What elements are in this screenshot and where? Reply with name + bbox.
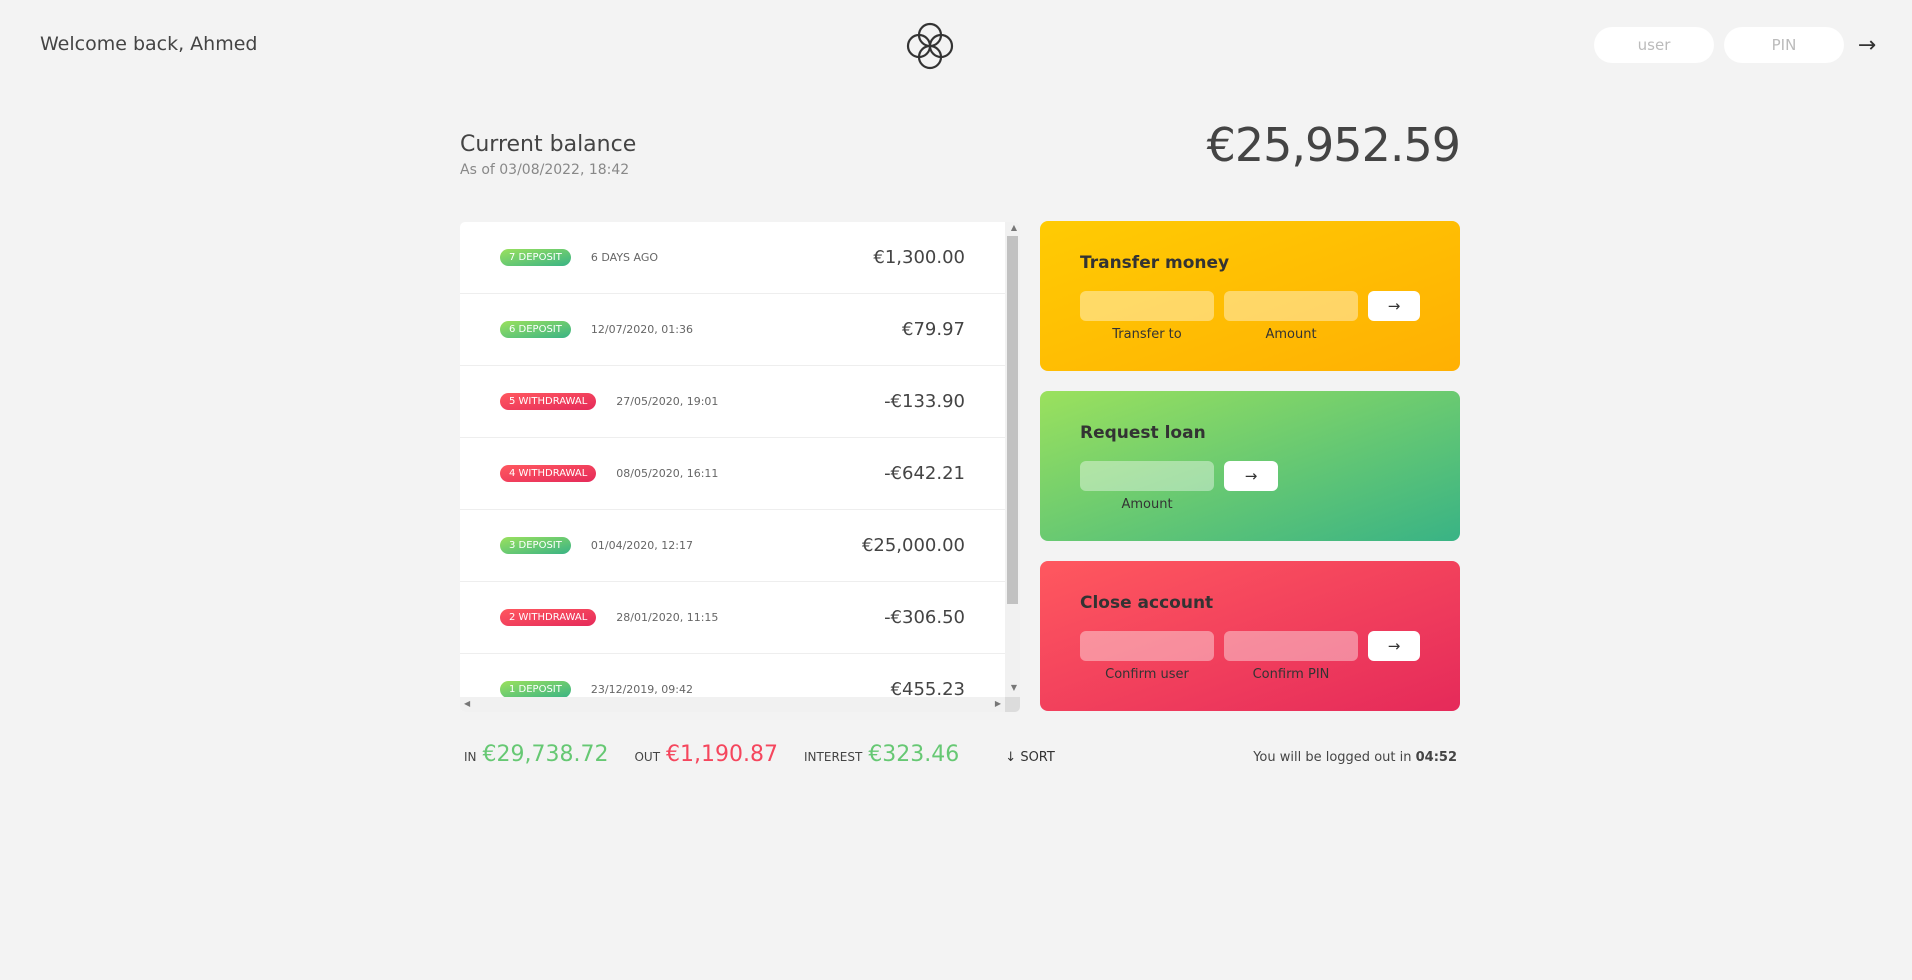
movement-type-badge: 2 withdrawal bbox=[500, 609, 597, 626]
vertical-scrollbar[interactable]: ▲ ▼ bbox=[1005, 222, 1020, 697]
movement-row: 4 withdrawal 08/05/2020, 16:11 -€642.21 bbox=[460, 438, 1005, 510]
balance-value: €25,952.59 bbox=[1206, 118, 1461, 172]
summary-interest-value: €323.46 bbox=[868, 742, 960, 767]
movement-type-badge: 1 deposit bbox=[500, 681, 571, 697]
movement-date: 01/04/2020, 12:17 bbox=[590, 539, 693, 552]
confirm-user-field: Confirm user bbox=[1080, 631, 1214, 682]
transfer-button[interactable]: → bbox=[1368, 291, 1420, 321]
loan-title: Request loan bbox=[1080, 423, 1206, 443]
close-title: Close account bbox=[1080, 593, 1214, 613]
confirm-pin-input[interactable] bbox=[1224, 631, 1358, 661]
scroll-left-icon[interactable]: ◀ bbox=[464, 700, 470, 708]
logout-timer: You will be logged out in 04:52 bbox=[1253, 750, 1457, 765]
movements-list: 7 deposit 6 days ago €1,300.00 6 deposit 12/… bbox=[460, 222, 1005, 697]
transfer-title: Transfer money bbox=[1080, 253, 1230, 273]
movement-row: 7 deposit 6 days ago €1,300.00 bbox=[460, 222, 1005, 294]
movement-date: 28/01/2020, 11:15 bbox=[616, 611, 719, 624]
summary-out-value: €1,190.87 bbox=[666, 742, 779, 767]
transfer-to-label: Transfer to bbox=[1112, 327, 1182, 342]
movement-value: -€306.50 bbox=[884, 607, 965, 628]
summary-bar: In €29,738.72 Out €1,190.87 Interest €32… bbox=[460, 742, 1055, 767]
movement-value: €455.23 bbox=[890, 679, 965, 697]
confirm-pin-field: Confirm PIN bbox=[1224, 631, 1358, 682]
movement-date: 23/12/2019, 09:42 bbox=[590, 683, 693, 696]
loan-amount-label: Amount bbox=[1121, 497, 1173, 512]
loan-amount-field: Amount bbox=[1080, 461, 1214, 512]
loan-amount-input[interactable] bbox=[1080, 461, 1214, 491]
movement-date: 12/07/2020, 01:36 bbox=[590, 323, 693, 336]
bank-logo-icon bbox=[906, 22, 954, 70]
close-account-button[interactable]: → bbox=[1368, 631, 1420, 661]
movement-row: 1 deposit 23/12/2019, 09:42 €455.23 bbox=[460, 654, 1005, 697]
logout-timer-text: You will be logged out in bbox=[1253, 750, 1412, 765]
login-button[interactable]: → bbox=[1854, 33, 1880, 58]
scrollbar-thumb[interactable] bbox=[1007, 236, 1018, 604]
movement-row: 3 deposit 01/04/2020, 12:17 €25,000.00 bbox=[460, 510, 1005, 582]
loan-form: Amount → bbox=[1080, 461, 1420, 512]
horizontal-scrollbar[interactable]: ◀ ▶ bbox=[460, 697, 1005, 712]
scroll-up-icon[interactable]: ▲ bbox=[1011, 224, 1017, 232]
confirm-user-input[interactable] bbox=[1080, 631, 1214, 661]
summary-out-label: Out bbox=[634, 750, 661, 764]
movement-type-badge: 7 deposit bbox=[500, 249, 571, 266]
movement-row: 5 withdrawal 27/05/2020, 19:01 -€133.90 bbox=[460, 366, 1005, 438]
close-form: Confirm user Confirm PIN → bbox=[1080, 631, 1420, 682]
movement-type-badge: 5 withdrawal bbox=[500, 393, 597, 410]
transfer-amount-input[interactable] bbox=[1224, 291, 1358, 321]
movement-date: 6 days ago bbox=[590, 251, 659, 264]
movement-type-badge: 3 deposit bbox=[500, 537, 571, 554]
movement-value: €1,300.00 bbox=[873, 247, 965, 268]
summary-interest-label: Interest bbox=[804, 750, 863, 764]
transfer-panel: Transfer money Transfer to Amount → bbox=[1040, 221, 1460, 371]
scroll-right-icon[interactable]: ▶ bbox=[995, 700, 1001, 708]
balance-label: Current balance bbox=[460, 132, 637, 157]
movement-value: -€642.21 bbox=[884, 463, 965, 484]
movement-date: 08/05/2020, 16:11 bbox=[616, 467, 719, 480]
confirm-pin-label: Confirm PIN bbox=[1252, 667, 1330, 682]
movement-date: 27/05/2020, 19:01 bbox=[616, 395, 719, 408]
movement-row: 6 deposit 12/07/2020, 01:36 €79.97 bbox=[460, 294, 1005, 366]
summary-in-value: €29,738.72 bbox=[482, 742, 609, 767]
movement-value: -€133.90 bbox=[884, 391, 965, 412]
loan-button[interactable]: → bbox=[1224, 461, 1278, 491]
transfer-amount-field: Amount bbox=[1224, 291, 1358, 342]
login-pin-input[interactable] bbox=[1724, 27, 1844, 63]
transfer-to-field: Transfer to bbox=[1080, 291, 1214, 342]
login-user-input[interactable] bbox=[1594, 27, 1714, 63]
scroll-down-icon[interactable]: ▼ bbox=[1011, 684, 1017, 692]
balance-date: As of 03/08/2022, 18:42 bbox=[460, 162, 630, 178]
logout-timer-time: 04:52 bbox=[1415, 750, 1457, 765]
scrollbar-corner bbox=[1005, 697, 1020, 712]
movement-value: €79.97 bbox=[902, 319, 965, 340]
summary-in-label: In bbox=[464, 750, 477, 764]
close-account-panel: Close account Confirm user Confirm PIN → bbox=[1040, 561, 1460, 711]
transfer-form: Transfer to Amount → bbox=[1080, 291, 1420, 342]
movements-panel: 7 deposit 6 days ago €1,300.00 6 deposit 12/… bbox=[460, 222, 1020, 712]
loan-panel: Request loan Amount → bbox=[1040, 391, 1460, 541]
transfer-amount-label: Amount bbox=[1265, 327, 1317, 342]
login-form: → bbox=[1594, 27, 1880, 63]
movement-type-badge: 4 withdrawal bbox=[500, 465, 597, 482]
confirm-user-label: Confirm user bbox=[1105, 667, 1189, 682]
transfer-to-input[interactable] bbox=[1080, 291, 1214, 321]
welcome-message: Welcome back, Ahmed bbox=[40, 33, 258, 55]
movement-row: 2 withdrawal 28/01/2020, 11:15 -€306.50 bbox=[460, 582, 1005, 654]
movement-value: €25,000.00 bbox=[861, 535, 965, 556]
sort-button[interactable]: ↓ SORT bbox=[1005, 750, 1055, 765]
movement-type-badge: 6 deposit bbox=[500, 321, 571, 338]
